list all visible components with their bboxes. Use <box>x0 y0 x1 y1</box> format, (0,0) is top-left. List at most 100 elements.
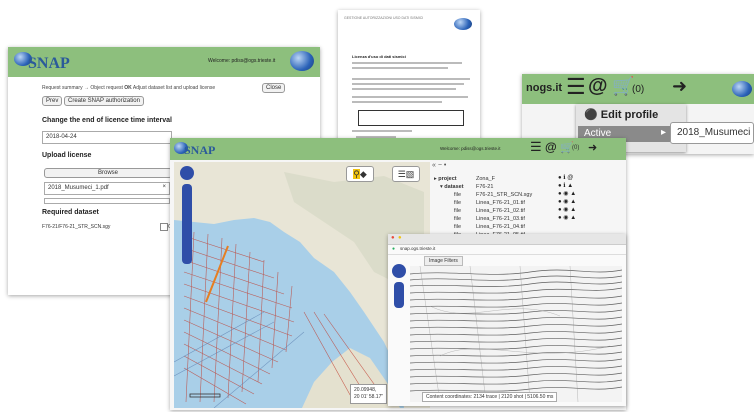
document-header-text: GESTIONE AUTORIZZAZIONI USO DATI SISMICI <box>344 16 424 20</box>
seismic-image <box>410 266 622 402</box>
coordinate-readout: 20.09948, 20 01' 58.17" <box>350 384 388 404</box>
dataset-name: F76-21/F76-21_STR_SCN.sgy <box>42 224 111 230</box>
tree-label: project <box>438 176 457 182</box>
pin-icon[interactable]: ● <box>558 199 562 205</box>
tree-row-file[interactable]: file <box>454 192 461 198</box>
document-logo <box>454 18 472 30</box>
file-name: 2018_Musumeci_1.pdf <box>48 185 109 191</box>
brand-name: SNAP <box>28 55 70 72</box>
remove-file-icon[interactable]: × <box>162 184 166 190</box>
document-text-line <box>352 96 468 98</box>
pin-icon[interactable]: ● <box>558 183 562 189</box>
pin-icon[interactable]: ● <box>558 207 562 213</box>
menu-item-edit-profile[interactable]: ⚫ Edit profile <box>584 108 658 121</box>
viewer-tab[interactable]: Image Filters <box>424 256 463 266</box>
date-field[interactable]: 2018-04-24 <box>42 131 172 144</box>
at-icon[interactable]: @ <box>545 140 557 154</box>
cart-icon[interactable]: ▲ <box>567 183 573 189</box>
zoom-slider[interactable] <box>182 184 192 264</box>
account-header: nogs.it ☰ @ 🛒 (0) ➜ <box>522 74 754 104</box>
eye-icon[interactable]: ◉ <box>563 191 568 197</box>
active-selection[interactable]: 2018_Musumeci <box>670 122 754 144</box>
menu-item-label: Edit profile <box>600 109 659 121</box>
list-icon: ☰ <box>397 169 406 179</box>
download-icon[interactable]: ▲ <box>570 207 576 213</box>
tree-value: Linea_F76-21_01.tif <box>476 200 525 206</box>
required-dataset-title: Required dataset <box>42 209 99 216</box>
welcome-text: Welcome: pdiss@ogs.trieste.it <box>208 58 276 64</box>
tree-value: F76-21 <box>476 184 494 190</box>
eye-icon[interactable]: ◉ <box>563 215 568 221</box>
document-preview: GESTIONE AUTORIZZAZIONI USO DATI SISMICI… <box>338 10 480 158</box>
at-icon[interactable]: @ <box>588 75 608 98</box>
document-title: Licenza d'uso di dati sismici <box>352 54 406 59</box>
coord-line: 20 01' 58.17" <box>354 394 384 400</box>
window-dot-icon[interactable]: ● <box>391 235 395 241</box>
row-actions: ● ◉ ▲ <box>558 214 576 222</box>
layers-button[interactable]: ☰▧ <box>392 166 420 182</box>
pin-icon[interactable]: ● <box>558 191 562 197</box>
download-icon[interactable]: ▲ <box>570 199 576 205</box>
tree-row-file[interactable]: file <box>454 216 461 222</box>
scale-bar <box>189 393 221 398</box>
close-button[interactable]: Close <box>262 83 286 93</box>
eye-icon[interactable]: ◉ <box>563 207 568 213</box>
eye-icon[interactable]: ◉ <box>563 199 568 205</box>
tree-row-dataset[interactable]: ▾ dataset <box>440 184 464 190</box>
breadcrumb-item[interactable]: Request summary <box>42 85 83 91</box>
tree-value: Zona_F <box>476 176 495 182</box>
change-end-title: Change the end of licence time interval <box>42 117 172 124</box>
dataset-row: F76-21/F76-21_STR_SCN.sgy <box>42 224 110 230</box>
brand-name: SNAP <box>184 143 216 157</box>
row-actions: ● ℹ ▲ <box>558 182 576 190</box>
binoculars-icon: ◆ <box>359 169 367 179</box>
info-icon[interactable]: ℹ <box>563 175 565 181</box>
tree-toolbar[interactable]: « − • <box>432 162 446 169</box>
window-dot-icon[interactable]: ● <box>398 235 402 241</box>
prev-button[interactable]: Prev <box>42 96 63 106</box>
secure-icon: ● <box>392 246 396 252</box>
cart-count: (0) <box>632 84 645 95</box>
search-icon: ⚲ <box>353 169 360 179</box>
database-icon: ▧ <box>405 169 415 179</box>
domain-text: nogs.it <box>526 82 563 94</box>
tree-action-icons[interactable]: ● ℹ @ ● ℹ ▲ ● ◉ ▲ ● ◉ ▲ ● ◉ ▲ ● ◉ ▲ <box>558 174 576 222</box>
status-bar: Content coordinates: 2134 trace | 2120 s… <box>422 392 558 402</box>
document-table <box>358 110 464 126</box>
at-icon[interactable]: @ <box>567 175 573 181</box>
menu-icon[interactable]: ☰ <box>530 139 542 155</box>
pin-icon[interactable]: ● <box>558 175 562 181</box>
info-icon[interactable]: ℹ <box>563 183 565 189</box>
tree-value: Linea_F76-21_04.tif <box>476 224 525 230</box>
tree-value: Linea_F76-21_03.tif <box>476 216 525 222</box>
pan-control[interactable] <box>180 166 194 180</box>
dataset-checkbox[interactable] <box>160 223 168 231</box>
seismic-viewer-window: ● ● ● snap.ogs.trieste.it Image Filters <box>388 234 626 406</box>
zoom-slider[interactable] <box>394 282 404 308</box>
tree-row-file[interactable]: file <box>454 224 461 230</box>
download-icon[interactable]: ▲ <box>570 215 576 221</box>
search-tool-button[interactable]: ⚲◆ <box>346 166 374 182</box>
row-actions: ● ◉ ▲ <box>558 190 576 198</box>
tree-row-project[interactable]: ▸ project <box>434 176 457 182</box>
breadcrumb-item[interactable]: → Object request <box>84 85 123 91</box>
create-authorization-button[interactable]: Create SNAP authorization <box>64 96 144 106</box>
tree-row-file[interactable]: file <box>454 200 461 206</box>
seismic-section[interactable] <box>410 266 622 402</box>
url-host: snap.ogs.trieste.it <box>400 246 436 251</box>
browse-button[interactable]: Browse <box>44 168 172 178</box>
pin-icon[interactable]: ● <box>558 215 562 221</box>
viewer-urlbar[interactable]: ● snap.ogs.trieste.it <box>388 245 626 255</box>
tree-row-file[interactable]: file <box>454 208 461 214</box>
breadcrumb: Request summary → Object request OK Adju… <box>42 85 215 91</box>
logout-icon[interactable]: ➜ <box>672 76 687 97</box>
tree-value: Linea_F76-21_02.tif <box>476 208 525 214</box>
map-header: SNAP Welcome: pdiss@ogs.trieste.it ☰ @ 🛒… <box>170 138 626 160</box>
file-name-field: 2018_Musumeci_1.pdf × <box>44 182 170 195</box>
menu-icon[interactable]: ☰ <box>566 74 586 100</box>
pan-control[interactable] <box>392 264 406 278</box>
download-icon[interactable]: ▲ <box>570 191 576 197</box>
brand-logo <box>732 81 752 97</box>
user-circle-icon: ⚫ <box>584 109 598 121</box>
logout-icon[interactable]: ➜ <box>588 141 597 154</box>
